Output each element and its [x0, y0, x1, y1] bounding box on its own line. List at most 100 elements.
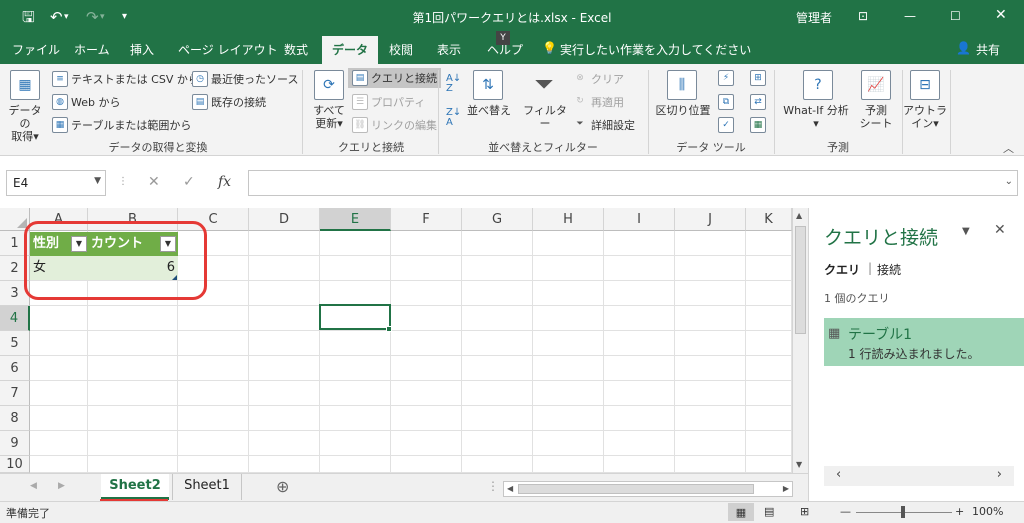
scroll-right-icon[interactable]: › [997, 467, 1002, 482]
expand-formula-bar-icon[interactable]: ⌄ [1005, 176, 1013, 187]
get-data-button[interactable]: データの 取得▾ [4, 104, 46, 143]
tab-home[interactable]: ホーム [74, 41, 110, 58]
refresh-all-button[interactable]: すべて 更新▾ [306, 104, 352, 130]
sort-descending-icon[interactable]: Z↓ A [446, 108, 461, 128]
queries-connections-button[interactable]: ▤ クエリと接続 [348, 68, 441, 88]
get-data-icon[interactable]: ▦ [10, 70, 40, 100]
column-header[interactable]: J [675, 208, 746, 231]
what-if-analysis-icon[interactable]: ? [803, 70, 833, 100]
page-layout-view-icon[interactable]: ▤ [764, 505, 774, 518]
zoom-level[interactable]: 100% [972, 505, 1003, 518]
row-header[interactable]: 5 [0, 331, 30, 356]
tab-queries[interactable]: クエリ [824, 261, 860, 278]
text-to-columns-button[interactable]: 区切り位置 [652, 104, 714, 117]
zoom-in-icon[interactable]: + [955, 505, 964, 518]
vertical-scroll-thumb[interactable] [795, 226, 806, 334]
outline-icon[interactable]: ⊟ [910, 70, 940, 100]
tab-data[interactable]: データ [322, 36, 379, 64]
tab-page-layout[interactable]: ページ レイアウト [178, 41, 278, 58]
from-web-button[interactable]: ◍ Web から [52, 94, 120, 110]
remove-duplicates-icon[interactable]: ⧉ [718, 94, 734, 110]
split-handle-icon[interactable]: ⋮ [487, 479, 499, 493]
drag-handle-icon[interactable]: ⋮ [118, 176, 128, 187]
cancel-icon[interactable]: ✕ [148, 174, 160, 190]
pane-horizontal-scrollbar[interactable]: ‹ › [824, 466, 1014, 486]
row-header[interactable]: 10 [0, 456, 30, 473]
formula-input[interactable]: ⌄ [248, 170, 1018, 196]
minimize-icon[interactable]: — [904, 9, 916, 23]
sort-ascending-icon[interactable]: A↓ Z [446, 74, 461, 94]
text-to-columns-icon[interactable]: ⫼ [667, 70, 697, 100]
close-icon[interactable]: ✕ [994, 222, 1006, 238]
ribbon-display-options-icon[interactable]: ⊡ [858, 9, 868, 23]
clear-button[interactable]: ⊗ クリア [572, 71, 624, 87]
fill-handle[interactable] [386, 326, 392, 332]
sort-icon[interactable]: ⇅ [473, 70, 503, 100]
scroll-left-icon[interactable]: ‹ [836, 467, 841, 482]
enter-icon[interactable]: ✓ [183, 174, 195, 190]
prev-sheet-icon[interactable]: ◀ [30, 481, 37, 491]
tab-formulas[interactable]: 数式 [284, 41, 308, 58]
refresh-all-icon[interactable]: ⟳ [314, 70, 344, 100]
consolidate-icon[interactable]: ⊞ [750, 70, 766, 86]
name-box[interactable]: E4 ▼ [6, 170, 106, 196]
from-table-button[interactable]: ▦ テーブルまたは範囲から [52, 117, 191, 133]
recent-sources-button[interactable]: ◷ 最近使ったソース [192, 71, 298, 87]
edit-links-button[interactable]: ⛓ リンクの編集 [352, 117, 437, 133]
horizontal-scroll-thumb[interactable] [518, 484, 754, 494]
worksheet-grid[interactable]: ABCDEFGHIJK 1 2 3 4 5 6 7 8 9 10 性別 ▼ カウント ▼ 女 6 [0, 208, 808, 473]
add-sheet-icon[interactable]: ⊕ [276, 477, 289, 496]
filter-icon[interactable]: ⏷ [529, 70, 559, 100]
query-item[interactable]: ▦ テーブル1 1 行読み込まれました。 [824, 318, 1024, 366]
column-header[interactable]: H [533, 208, 604, 231]
outline-button[interactable]: アウトラ イン▾ [902, 104, 948, 130]
sheet-tab-sheet2[interactable]: Sheet2 [101, 474, 169, 500]
zoom-slider-thumb[interactable] [901, 506, 905, 518]
sheet-tab-sheet1[interactable]: Sheet1 [172, 474, 242, 500]
chevron-down-icon[interactable]: ▼ [94, 176, 101, 186]
column-header[interactable]: D [249, 208, 320, 231]
scroll-down-icon[interactable]: ▼ [796, 460, 802, 469]
row-header[interactable]: 6 [0, 356, 30, 381]
collapse-ribbon-icon[interactable]: ︿ [1003, 140, 1014, 156]
flash-fill-icon[interactable]: ⚡ [718, 70, 734, 86]
reapply-button[interactable]: ↻ 再適用 [572, 94, 624, 110]
column-header[interactable]: K [746, 208, 792, 231]
row-header[interactable]: 9 [0, 431, 30, 456]
zoom-out-icon[interactable]: — [840, 505, 851, 518]
scroll-up-icon[interactable]: ▲ [796, 211, 802, 220]
properties-button[interactable]: ☰ プロパティ [352, 94, 425, 110]
row-header[interactable]: 7 [0, 381, 30, 406]
data-validation-icon[interactable]: ✓ [718, 117, 734, 133]
insert-function-icon[interactable]: fx [218, 174, 231, 190]
forecast-sheet-icon[interactable]: 📈 [861, 70, 891, 100]
column-header[interactable]: G [462, 208, 533, 231]
column-header[interactable]: E [320, 208, 391, 231]
tab-review[interactable]: 校閲 [389, 41, 413, 58]
tab-file[interactable]: ファイル [12, 41, 60, 58]
what-if-analysis-button[interactable]: What-If 分析 ▾ [778, 104, 854, 130]
close-icon[interactable]: ✕ [995, 7, 1007, 23]
horizontal-scrollbar[interactable]: ◀ ▶ [503, 481, 793, 497]
vertical-scrollbar[interactable]: ▲ ▼ [792, 208, 808, 473]
tab-insert[interactable]: 挿入 [130, 41, 154, 58]
scroll-left-icon[interactable]: ◀ [507, 484, 513, 493]
relationships-icon[interactable]: ⇄ [750, 94, 766, 110]
page-break-view-icon[interactable]: ⊞ [800, 505, 809, 518]
share-button[interactable]: 共有 [976, 41, 1000, 58]
tab-view[interactable]: 表示 [437, 41, 461, 58]
row-header[interactable]: 8 [0, 406, 30, 431]
next-sheet-icon[interactable]: ▶ [58, 481, 65, 491]
sort-button[interactable]: 並べ替え [464, 104, 514, 117]
pane-options-icon[interactable]: ▼ [962, 226, 970, 237]
scroll-right-icon[interactable]: ▶ [783, 484, 789, 493]
user-name[interactable]: 管理者 [796, 9, 832, 26]
filter-button[interactable]: フィルター [519, 104, 571, 130]
from-text-csv-button[interactable]: ≡ テキストまたは CSV から [52, 71, 199, 87]
normal-view-icon[interactable]: ▦ [728, 503, 754, 521]
forecast-sheet-button[interactable]: 予測 シート [852, 104, 900, 130]
selected-cell-e4[interactable] [319, 304, 391, 330]
column-header[interactable]: F [391, 208, 462, 231]
existing-connections-button[interactable]: ▤ 既存の接続 [192, 94, 266, 110]
maximize-icon[interactable]: ☐ [950, 9, 961, 23]
